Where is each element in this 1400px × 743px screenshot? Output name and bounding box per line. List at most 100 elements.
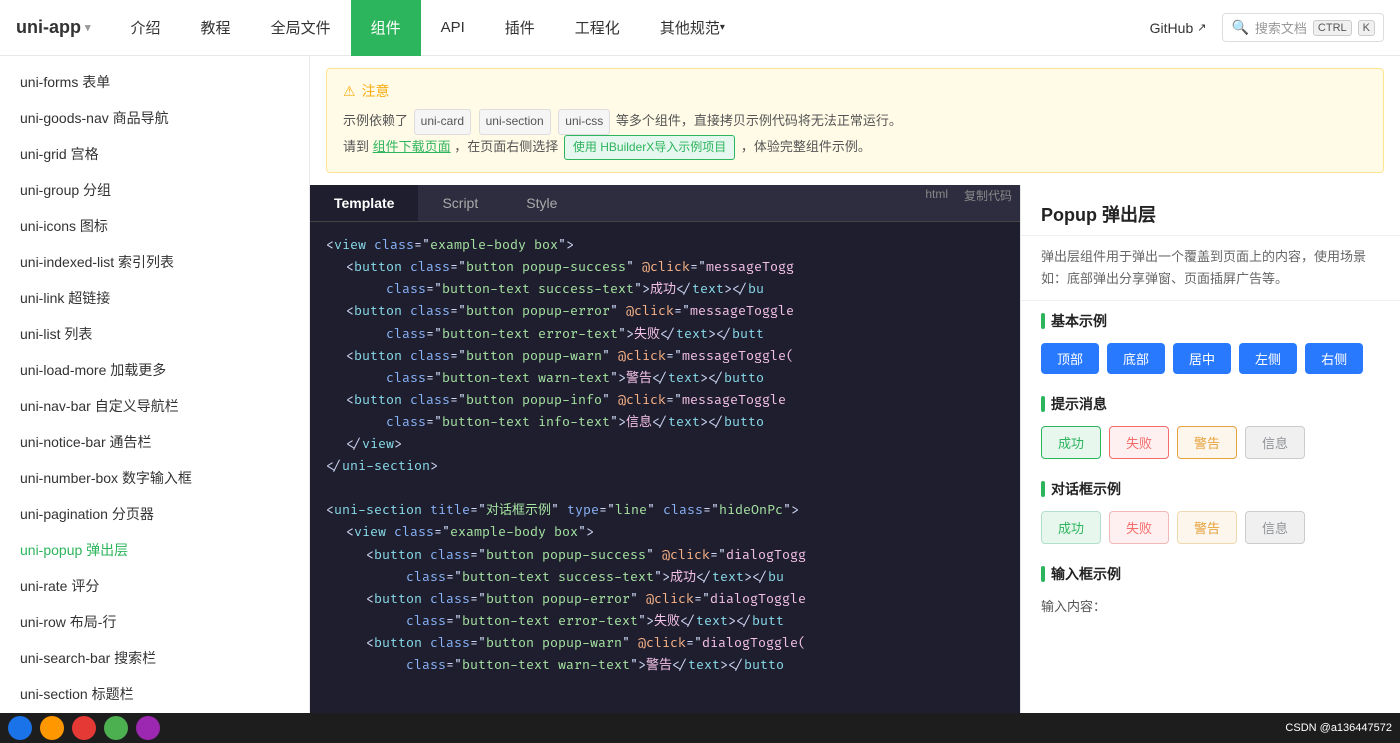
nav-link-engineering[interactable]: 工程化 bbox=[555, 0, 640, 56]
top-nav: uni-app ▾ 介绍 教程 全局文件 组件 API 插件 工程化 其他规范 … bbox=[0, 0, 1400, 56]
sidebar-item-forms[interactable]: uni-forms 表单 bbox=[0, 64, 309, 100]
nav-link-plugins[interactable]: 插件 bbox=[485, 0, 555, 56]
btn-dialog-success[interactable]: 成功 bbox=[1041, 511, 1101, 544]
sidebar: uni-forms 表单 uni-goods-nav 商品导航 uni-grid… bbox=[0, 56, 310, 743]
notice-line2-pre: 请到 bbox=[343, 139, 369, 154]
tab-template[interactable]: Template bbox=[310, 185, 418, 221]
notice-download-link[interactable]: 组件下载页面 bbox=[373, 139, 451, 154]
preview-desc: 弹出层组件用于弹出一个覆盖到页面上的内容，使用场景如：底部弹出分享弹窗、页面插屏… bbox=[1021, 236, 1400, 301]
kbd-k: K bbox=[1358, 20, 1375, 36]
section-basic: 基本示例 bbox=[1021, 301, 1400, 337]
input-label: 输入内容： bbox=[1021, 590, 1400, 619]
taskbar-right-text: CSDN @a136447572 bbox=[1285, 722, 1392, 734]
nav-link-tutorial[interactable]: 教程 bbox=[181, 0, 251, 56]
tab-style[interactable]: Style bbox=[502, 185, 581, 221]
code-line-14: <view class="example-body box"> bbox=[326, 521, 1004, 543]
preview-panel: Popup 弹出层 弹出层组件用于弹出一个覆盖到页面上的内容，使用场景如：底部弹… bbox=[1020, 185, 1400, 743]
code-line-5: class="button-text error-text">失败</text>… bbox=[326, 323, 1004, 345]
sidebar-item-indexed-list[interactable]: uni-indexed-list 索引列表 bbox=[0, 244, 309, 280]
code-tabs: Template Script Style html 复制代码 bbox=[310, 185, 1020, 222]
main-layout: uni-forms 表单 uni-goods-nav 商品导航 uni-grid… bbox=[0, 56, 1400, 743]
btn-right[interactable]: 右侧 bbox=[1305, 343, 1363, 374]
notice-content: 示例依赖了 uni-card uni-section uni-css 等多个组件… bbox=[343, 109, 1367, 160]
taskbar: CSDN @a136447572 bbox=[0, 713, 1400, 743]
nav-link-intro[interactable]: 介绍 bbox=[111, 0, 181, 56]
sidebar-item-number-box[interactable]: uni-number-box 数字输入框 bbox=[0, 460, 309, 496]
notice-line1-pre: 示例依赖了 bbox=[343, 113, 408, 128]
code-line-17: <button class="button popup-error" @clic… bbox=[326, 588, 1004, 610]
code-line-9: class="button-text info-text">信息</text><… bbox=[326, 411, 1004, 433]
section-dialog: 对话框示例 bbox=[1021, 469, 1400, 505]
content-area: ⚠ 注意 示例依赖了 uni-card uni-section uni-css … bbox=[310, 56, 1400, 743]
btn-msg-error[interactable]: 失败 bbox=[1109, 426, 1169, 459]
kbd-ctrl: CTRL bbox=[1313, 20, 1352, 36]
btn-group-msg: 成功 失败 警告 信息 bbox=[1021, 420, 1400, 469]
code-line-1: <view class="example-body box"> bbox=[326, 234, 1004, 256]
external-link-icon: ↗ bbox=[1197, 21, 1206, 34]
notice-title-text: 注意 bbox=[362, 81, 390, 101]
notice-tag-uni-css: uni-css bbox=[558, 109, 610, 135]
code-and-preview: Template Script Style html 复制代码 <view cl… bbox=[310, 185, 1400, 743]
btn-msg-warn[interactable]: 警告 bbox=[1177, 426, 1237, 459]
code-line-8: <button class="button popup-info" @click… bbox=[326, 389, 1004, 411]
nav-right: GitHub ↗ 🔍 搜索文档 CTRL K bbox=[1150, 13, 1384, 42]
sidebar-item-popup[interactable]: uni-popup 弹出层 bbox=[0, 532, 309, 568]
notice-tag-uni-card: uni-card bbox=[414, 109, 471, 135]
sidebar-item-nav-bar[interactable]: uni-nav-bar 自定义导航栏 bbox=[0, 388, 309, 424]
sidebar-item-load-more[interactable]: uni-load-more 加载更多 bbox=[0, 352, 309, 388]
code-line-11: </uni-section> bbox=[326, 455, 1004, 477]
btn-bottom[interactable]: 底部 bbox=[1107, 343, 1165, 374]
sidebar-item-icons[interactable]: uni-icons 图标 bbox=[0, 208, 309, 244]
code-line-18: class="button-text error-text">失败</text>… bbox=[326, 610, 1004, 632]
taskbar-icon-1[interactable] bbox=[8, 716, 32, 740]
notice-box: ⚠ 注意 示例依赖了 uni-card uni-section uni-css … bbox=[326, 68, 1384, 173]
nav-link-global[interactable]: 全局文件 bbox=[251, 0, 351, 56]
app-logo[interactable]: uni-app ▾ bbox=[16, 17, 91, 38]
sidebar-item-group[interactable]: uni-group 分组 bbox=[0, 172, 309, 208]
taskbar-icon-4[interactable] bbox=[104, 716, 128, 740]
sidebar-item-grid[interactable]: uni-grid 宫格 bbox=[0, 136, 309, 172]
taskbar-icon-3[interactable] bbox=[72, 716, 96, 740]
btn-group-basic: 顶部 底部 居中 左侧 右侧 bbox=[1021, 337, 1400, 384]
code-line-7: class="button-text warn-text">警告</text><… bbox=[326, 367, 1004, 389]
btn-dialog-error[interactable]: 失败 bbox=[1109, 511, 1169, 544]
sidebar-item-link[interactable]: uni-link 超链接 bbox=[0, 280, 309, 316]
btn-msg-success[interactable]: 成功 bbox=[1041, 426, 1101, 459]
notice-title: ⚠ 注意 bbox=[343, 81, 1367, 101]
search-icon: 🔍 bbox=[1231, 19, 1248, 36]
nav-links: 介绍 教程 全局文件 组件 API 插件 工程化 其他规范 bbox=[111, 0, 1150, 56]
taskbar-icon-2[interactable] bbox=[40, 716, 64, 740]
search-placeholder: 搜索文档 bbox=[1255, 18, 1307, 37]
btn-center[interactable]: 居中 bbox=[1173, 343, 1231, 374]
notice-line2-mid: ，在页面右侧选择 bbox=[454, 139, 558, 154]
github-link[interactable]: GitHub ↗ bbox=[1150, 20, 1207, 36]
section-msg: 提示消息 bbox=[1021, 384, 1400, 420]
sidebar-item-section[interactable]: uni-section 标题栏 bbox=[0, 676, 309, 712]
sidebar-item-rate[interactable]: uni-rate 评分 bbox=[0, 568, 309, 604]
btn-left[interactable]: 左侧 bbox=[1239, 343, 1297, 374]
sidebar-item-pagination[interactable]: uni-pagination 分页器 bbox=[0, 496, 309, 532]
btn-dialog-warn[interactable]: 警告 bbox=[1177, 511, 1237, 544]
nav-link-api[interactable]: API bbox=[421, 0, 485, 56]
search-box[interactable]: 🔍 搜索文档 CTRL K bbox=[1222, 13, 1384, 42]
sidebar-item-list[interactable]: uni-list 列表 bbox=[0, 316, 309, 352]
copy-code-button[interactable]: 复制代码 bbox=[956, 185, 1020, 221]
btn-dialog-info[interactable]: 信息 bbox=[1245, 511, 1305, 544]
btn-msg-info[interactable]: 信息 bbox=[1245, 426, 1305, 459]
warning-icon: ⚠ bbox=[343, 83, 356, 100]
code-line-6: <button class="button popup-warn" @click… bbox=[326, 345, 1004, 367]
notice-line2-post: ，体验完整组件示例。 bbox=[741, 139, 871, 154]
nav-link-components[interactable]: 组件 bbox=[351, 0, 421, 56]
code-panel: Template Script Style html 复制代码 <view cl… bbox=[310, 185, 1020, 743]
sidebar-item-row[interactable]: uni-row 布局-行 bbox=[0, 604, 309, 640]
sidebar-item-goods-nav[interactable]: uni-goods-nav 商品导航 bbox=[0, 100, 309, 136]
code-line-3: class="button-text success-text">成功</tex… bbox=[326, 278, 1004, 300]
notice-import-btn[interactable]: 使用 HBuilderX导入示例项目 bbox=[564, 135, 735, 161]
nav-link-other[interactable]: 其他规范 bbox=[640, 0, 745, 56]
taskbar-icon-5[interactable] bbox=[136, 716, 160, 740]
sidebar-item-search-bar[interactable]: uni-search-bar 搜索栏 bbox=[0, 640, 309, 676]
sidebar-item-notice-bar[interactable]: uni-notice-bar 通告栏 bbox=[0, 424, 309, 460]
section-input: 输入框示例 bbox=[1021, 554, 1400, 590]
btn-top[interactable]: 顶部 bbox=[1041, 343, 1099, 374]
tab-script[interactable]: Script bbox=[418, 185, 502, 221]
